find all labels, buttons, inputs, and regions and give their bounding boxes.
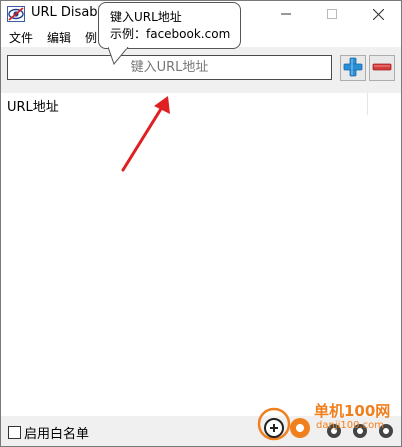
app-window: URL Disabler 文件 编辑 例 键入URL地址 URL地址 启用白名单	[0, 0, 402, 447]
whitelist-label[interactable]: 启用白名单	[24, 423, 89, 442]
remove-url-button[interactable]	[369, 55, 395, 81]
tooltip-line-1: 键入URL地址	[110, 10, 182, 24]
list-header: URL地址	[1, 93, 401, 115]
annotation-arrow	[121, 96, 170, 172]
tooltip-line-2: 示例：facebook.com	[110, 27, 231, 41]
minus-icon	[372, 57, 392, 80]
watermark-logo: 单机100网 danji100.com	[252, 398, 402, 447]
watermark-url: danji100.com	[316, 420, 384, 431]
tooltip-tail	[108, 47, 129, 65]
close-button[interactable]	[355, 1, 401, 27]
eye-icon	[7, 6, 25, 22]
url-tooltip: 键入URL地址 示例：facebook.com	[98, 2, 241, 49]
maximize-button[interactable]	[309, 1, 355, 27]
column-divider[interactable]	[367, 93, 368, 115]
url-input[interactable]	[7, 55, 332, 80]
menu-edit[interactable]: 编辑	[39, 27, 77, 47]
column-header-url[interactable]: URL地址	[7, 96, 59, 115]
whitelist-checkbox[interactable]	[8, 426, 21, 439]
plus-icon	[343, 57, 363, 80]
menu-file[interactable]: 文件	[1, 27, 39, 47]
url-list[interactable]: URL地址	[1, 93, 401, 416]
minimize-button[interactable]	[263, 1, 309, 27]
watermark-text: 单机100网	[314, 402, 391, 420]
toolbar	[1, 47, 401, 93]
add-url-button[interactable]	[340, 55, 366, 81]
